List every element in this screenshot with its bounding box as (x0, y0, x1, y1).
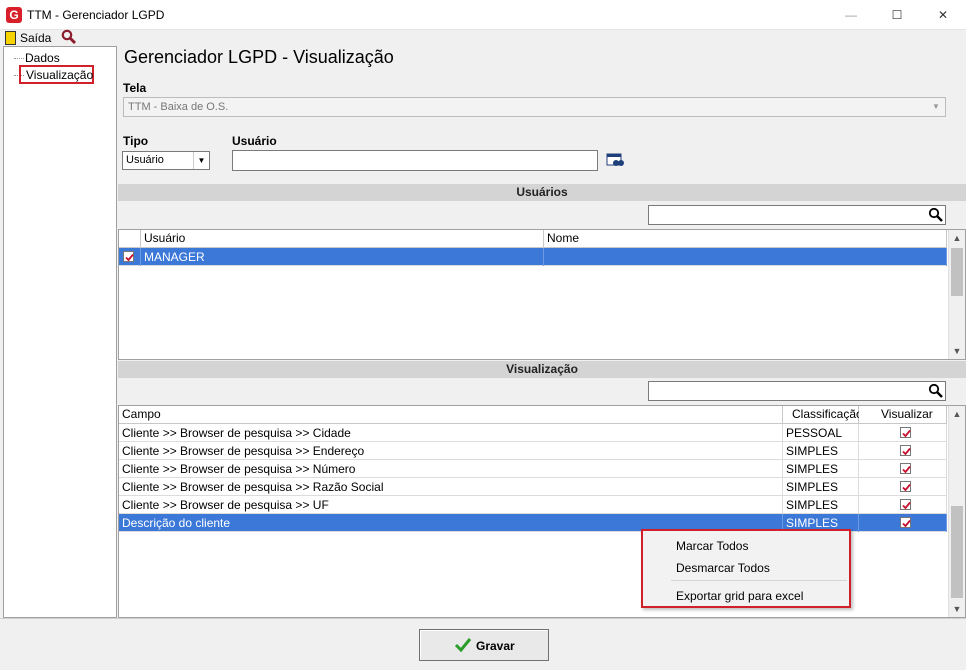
visualizar-cell[interactable] (859, 478, 947, 496)
visualizacao-filter-input[interactable] (648, 381, 946, 401)
classificacao-cell: SIMPLES (783, 442, 859, 460)
visualizar-cell[interactable] (859, 496, 947, 514)
table-row[interactable]: Cliente >> Browser de pesquisa >> UF SIM… (119, 496, 947, 514)
nome-cell (544, 248, 947, 266)
column-header-check (119, 230, 141, 248)
classificacao-cell: SIMPLES (783, 496, 859, 514)
row-check-cell[interactable] (119, 248, 141, 266)
campo-cell: Cliente >> Browser de pesquisa >> Cidade (119, 424, 783, 442)
tela-label: Tela (123, 81, 147, 95)
close-button[interactable]: ✕ (920, 0, 966, 30)
table-row[interactable]: Cliente >> Browser de pesquisa >> Número… (119, 460, 947, 478)
scroll-up-icon[interactable]: ▲ (949, 406, 965, 422)
checkbox-checked-icon[interactable] (900, 481, 911, 492)
campo-cell: Cliente >> Browser de pesquisa >> Endere… (119, 442, 783, 460)
checkbox-checked-icon[interactable] (900, 445, 911, 456)
checkmark-icon[interactable] (454, 637, 472, 656)
tree-item-dados[interactable]: Dados (25, 51, 60, 65)
menu-separator (671, 580, 847, 581)
visualizar-cell[interactable] (859, 424, 947, 442)
table-row[interactable]: Cliente >> Browser de pesquisa >> Cidade… (119, 424, 947, 442)
column-header-nome[interactable]: Nome (544, 230, 947, 248)
menu-item-marcar-todos[interactable]: Marcar Todos (676, 539, 748, 553)
usuarios-grid: Usuário Nome MANAGER ▲ ▼ (118, 229, 966, 360)
search-icon[interactable] (928, 383, 944, 399)
context-menu: Marcar Todos Desmarcar Todos Exportar gr… (641, 529, 851, 608)
checkbox-checked-icon[interactable] (900, 517, 911, 528)
checkbox-checked-icon[interactable] (900, 463, 911, 474)
window-title: TTM - Gerenciador LGPD (27, 8, 165, 22)
menu-item-exportar-excel[interactable]: Exportar grid para excel (676, 589, 803, 603)
scroll-thumb[interactable] (951, 506, 963, 598)
scroll-thumb[interactable] (951, 248, 963, 296)
minimize-button[interactable]: — (828, 0, 874, 30)
table-row[interactable]: Cliente >> Browser de pesquisa >> Razão … (119, 478, 947, 496)
usuarios-filter-input[interactable] (648, 205, 946, 225)
column-header-visualizar[interactable]: Visualizar (859, 406, 947, 424)
usuario-cell: MANAGER (141, 248, 544, 266)
checkbox-checked-icon[interactable] (900, 499, 911, 510)
campo-cell: Cliente >> Browser de pesquisa >> Número (119, 460, 783, 478)
visualizar-cell[interactable] (859, 514, 947, 532)
column-header-classificacao[interactable]: Classificação (783, 406, 863, 424)
toolbar (0, 30, 966, 46)
classificacao-cell: PESSOAL (783, 424, 859, 442)
campo-cell: Cliente >> Browser de pesquisa >> Razão … (119, 478, 783, 496)
maximize-button[interactable]: ☐ (874, 0, 920, 30)
column-header-campo[interactable]: Campo (119, 406, 783, 424)
visualizacao-section-header: Visualização (118, 361, 966, 378)
visualizar-cell[interactable] (859, 460, 947, 478)
exit-button[interactable]: Saída (20, 31, 51, 45)
app-logo-icon: G (6, 7, 22, 23)
navigation-tree (3, 46, 117, 618)
usuario-label: Usuário (232, 134, 277, 148)
visualizar-cell[interactable] (859, 442, 947, 460)
scroll-down-icon[interactable]: ▼ (949, 343, 965, 359)
checkbox-checked-icon[interactable] (900, 427, 911, 438)
table-row[interactable]: MANAGER (119, 248, 947, 266)
table-row[interactable]: Cliente >> Browser de pesquisa >> Endere… (119, 442, 947, 460)
gravar-button-label[interactable]: Gravar (476, 639, 515, 653)
binoculars-search-icon[interactable] (606, 153, 624, 172)
chevron-down-icon[interactable]: ▼ (928, 99, 944, 115)
tela-select[interactable]: TTM - Baixa de O.S. (123, 97, 946, 117)
tree-item-visualizacao[interactable]: Visualização (19, 65, 94, 84)
chevron-down-icon[interactable]: ▼ (193, 152, 209, 169)
tree-connector (14, 58, 24, 59)
vertical-scrollbar[interactable]: ▲ ▼ (948, 406, 965, 617)
scroll-down-icon[interactable]: ▼ (949, 601, 965, 617)
vertical-scrollbar[interactable]: ▲ ▼ (948, 230, 965, 359)
exit-door-icon[interactable] (5, 31, 16, 45)
scroll-up-icon[interactable]: ▲ (949, 230, 965, 246)
page-title: Gerenciador LGPD - Visualização (124, 47, 394, 67)
classificacao-cell: SIMPLES (783, 478, 859, 496)
classificacao-cell: SIMPLES (783, 460, 859, 478)
checkbox-checked-icon[interactable] (123, 251, 134, 262)
tipo-label: Tipo (123, 134, 149, 148)
campo-cell: Cliente >> Browser de pesquisa >> UF (119, 496, 783, 514)
usuarios-section-header: Usuários (118, 184, 966, 201)
usuario-input[interactable] (232, 150, 598, 171)
menu-item-desmarcar-todos[interactable]: Desmarcar Todos (676, 561, 770, 575)
column-header-usuario[interactable]: Usuário (141, 230, 544, 248)
search-icon[interactable] (928, 207, 944, 223)
